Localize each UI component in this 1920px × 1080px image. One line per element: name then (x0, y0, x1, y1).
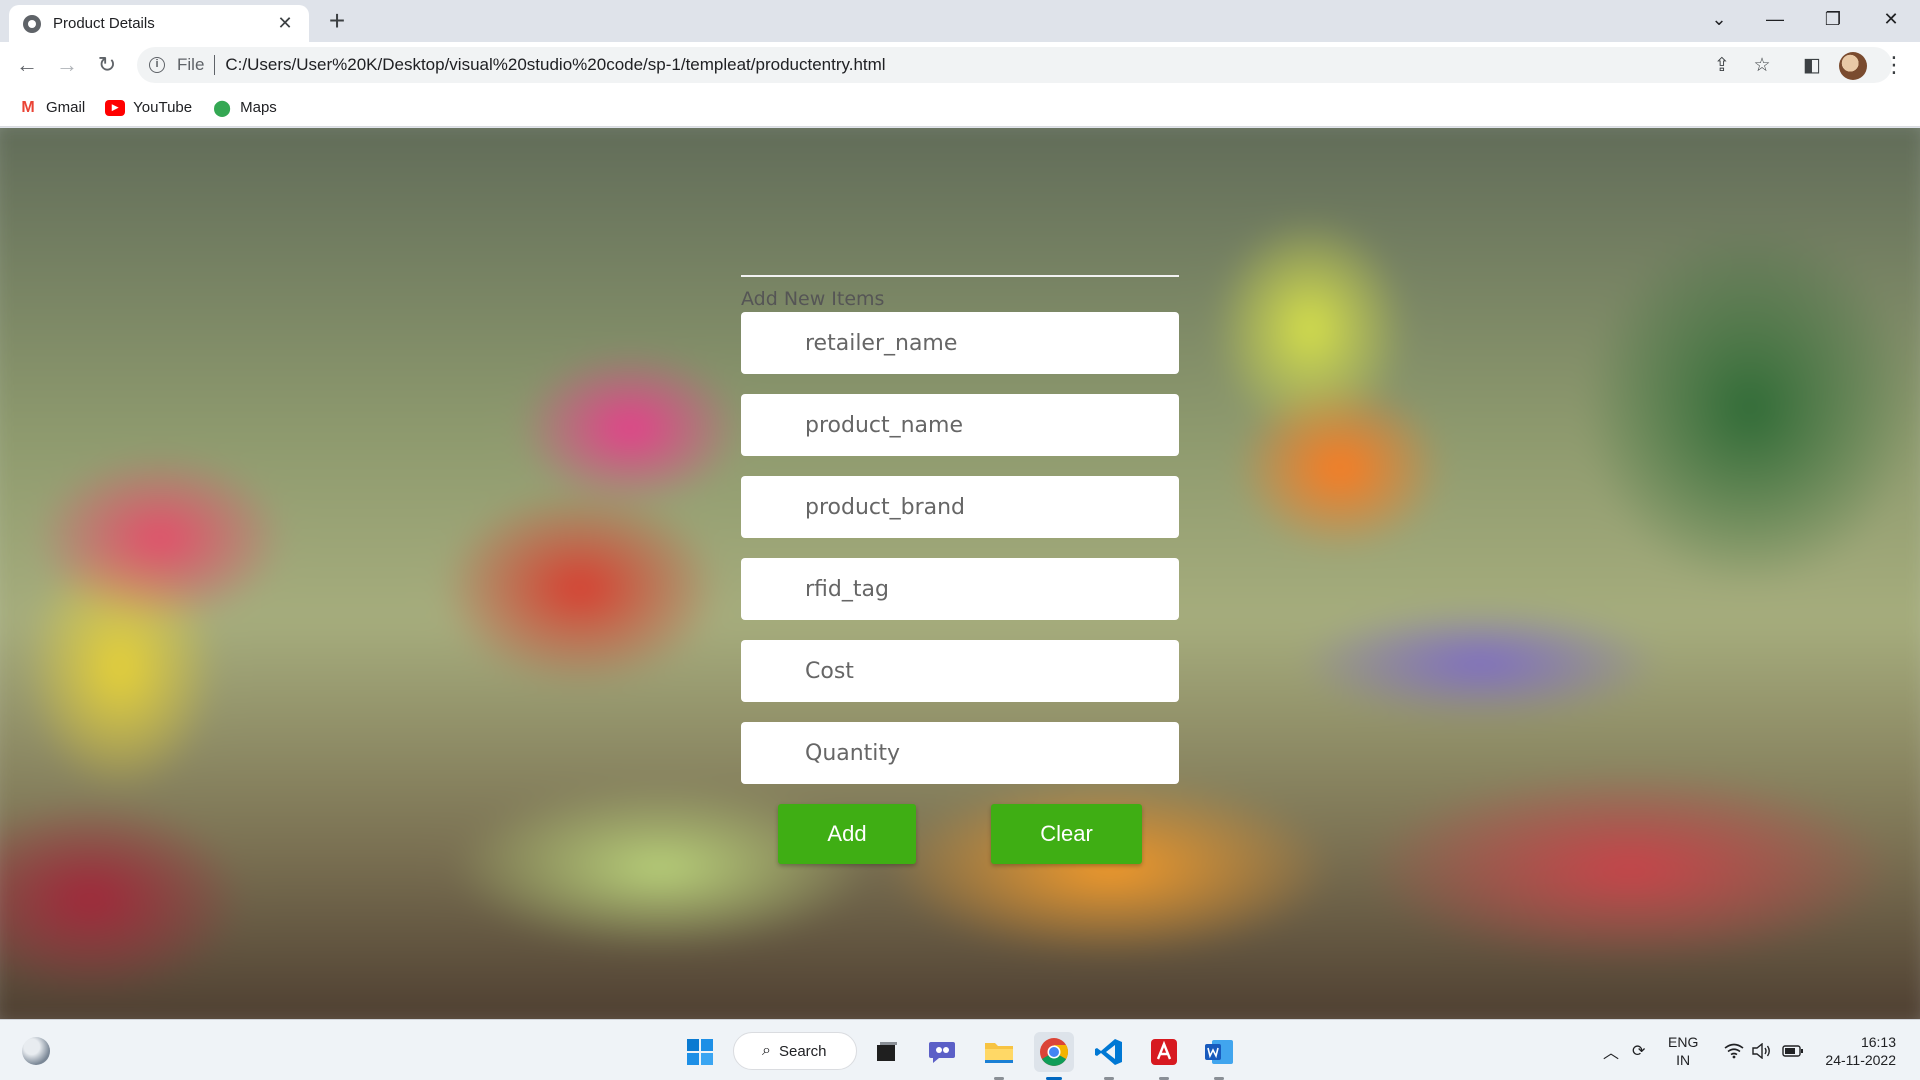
show-hidden-icons-chevron-icon[interactable]: ︿ (1603, 1020, 1619, 1080)
bookmark-maps[interactable]: ⬤ Maps (212, 99, 277, 117)
lang-code: ENG (1668, 1034, 1699, 1050)
weather-widget-icon[interactable] (22, 1037, 50, 1065)
share-icon[interactable]: ⇪ (1706, 49, 1738, 81)
tab-close-icon[interactable]: ✕ (275, 13, 295, 34)
reload-icon[interactable]: ↻ (90, 48, 124, 82)
profile-avatar[interactable] (1839, 52, 1867, 80)
add-button[interactable]: Add (778, 804, 916, 864)
address-separator (214, 55, 216, 75)
minimize-button[interactable]: — (1752, 0, 1798, 38)
product-name-input[interactable] (741, 394, 1179, 456)
side-panel-icon[interactable]: ◧ (1796, 49, 1828, 81)
cost-input[interactable] (741, 640, 1179, 702)
forward-arrow-icon[interactable]: → (50, 48, 84, 82)
rfid-tag-input[interactable] (741, 558, 1179, 620)
file-explorer-icon[interactable] (979, 1032, 1019, 1080)
bookmark-label: YouTube (133, 99, 193, 116)
product-brand-input[interactable] (741, 476, 1179, 538)
clear-button[interactable]: Clear (991, 804, 1142, 864)
bookmark-label: Gmail (46, 99, 86, 116)
page-content: Add New Items Add Clear (0, 128, 1920, 1019)
taskbar-search-label: Search (778, 1042, 827, 1060)
form-divider (741, 275, 1179, 277)
clock-date: 24-11-2022 (1825, 1052, 1896, 1068)
tab-search-chevron-icon[interactable]: ⌄ (1696, 0, 1742, 38)
battery-icon[interactable] (1782, 1020, 1804, 1080)
input-language[interactable]: ENG IN (1668, 1033, 1698, 1069)
new-tab-button[interactable]: + (322, 6, 352, 36)
youtube-icon: ▶ (105, 99, 126, 116)
acrobat-reader-icon[interactable] (1144, 1032, 1184, 1080)
address-url[interactable]: C:/Users/User%20K/Desktop/visual%20studi… (225, 55, 885, 75)
bookmarks-bar: M Gmail ▶ YouTube ⬤ Maps (0, 89, 1920, 127)
back-arrow-icon[interactable]: ← (10, 48, 44, 82)
quantity-input[interactable] (741, 722, 1179, 784)
bookmark-youtube[interactable]: ▶ YouTube (105, 99, 192, 116)
globe-icon (23, 14, 41, 33)
system-clock[interactable]: 16:13 24-11-2022 (1820, 1033, 1896, 1069)
wifi-icon[interactable] (1724, 1020, 1744, 1080)
sync-icon[interactable]: ⟳ (1632, 1020, 1645, 1080)
task-view-icon[interactable] (867, 1032, 907, 1072)
volume-icon[interactable] (1752, 1020, 1772, 1080)
bookmark-label: Maps (240, 99, 277, 116)
address-bar[interactable]: i File C:/Users/User%20K/Desktop/visual%… (137, 47, 1892, 83)
word-icon[interactable] (1199, 1032, 1239, 1080)
form-heading: Add New Items (741, 288, 885, 310)
start-windows-icon[interactable] (680, 1032, 720, 1072)
address-scheme: File (177, 55, 205, 74)
gmail-icon: M (21, 98, 35, 116)
clock-time: 16:13 (1860, 1034, 1896, 1050)
windows-taskbar: ⌕ Search ︿ ⟳ ENG IN 16:13 24-11-2022 (0, 1019, 1920, 1080)
maps-pin-icon: ⬤ (213, 99, 232, 117)
search-icon: ⌕ (762, 1042, 771, 1059)
menu-dots-icon[interactable]: ⋮ (1882, 49, 1906, 81)
teams-chat-icon[interactable] (922, 1032, 962, 1072)
tab-title: Product Details (53, 15, 155, 32)
tab-product-details[interactable]: Product Details ✕ (9, 5, 309, 42)
chrome-icon[interactable] (1034, 1032, 1074, 1080)
tab-strip: Product Details ✕ + ⌄ — ❐ ✕ (0, 0, 1920, 42)
vscode-icon[interactable] (1089, 1032, 1129, 1080)
restore-button[interactable]: ❐ (1810, 0, 1856, 38)
close-window-button[interactable]: ✕ (1868, 0, 1914, 38)
retailer-name-input[interactable] (741, 312, 1179, 374)
lang-region: IN (1676, 1052, 1691, 1068)
taskbar-search[interactable]: ⌕ Search (733, 1032, 857, 1070)
browser-toolbar: ← → ↻ i File C:/Users/User%20K/Desktop/v… (0, 42, 1920, 89)
info-icon[interactable]: i (149, 57, 165, 73)
bookmark-gmail[interactable]: M Gmail (18, 98, 86, 117)
bookmark-star-icon[interactable]: ☆ (1746, 49, 1778, 81)
